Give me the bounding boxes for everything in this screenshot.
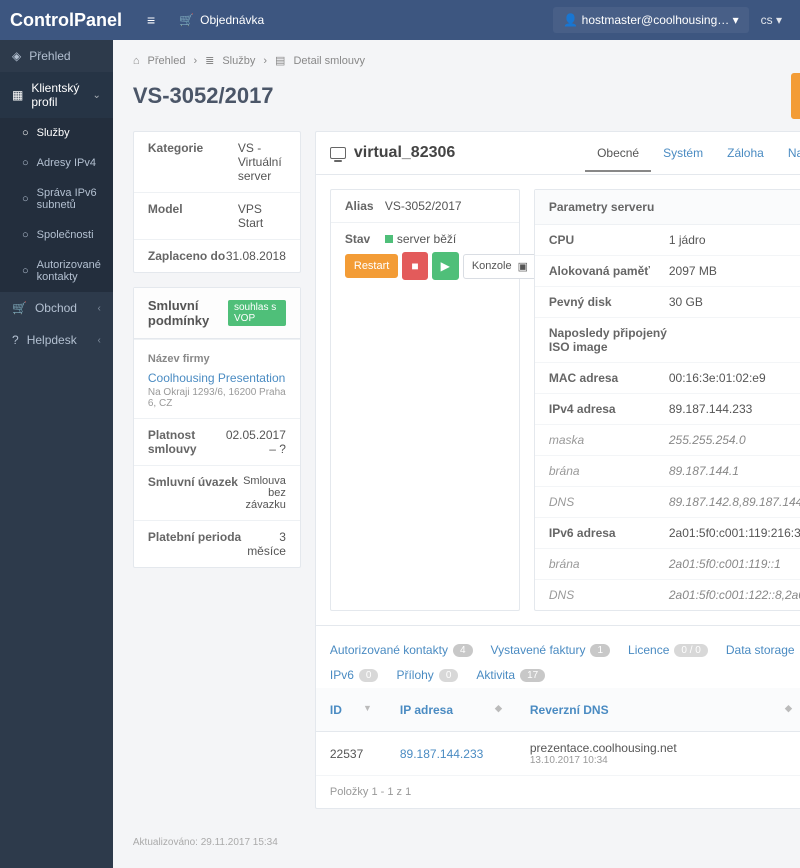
sort-icon: ◆ — [785, 703, 792, 714]
help-icon: ? — [12, 333, 19, 347]
circle-icon: ○ — [22, 265, 29, 277]
sidebar-item-overview[interactable]: ◈Přehled — [0, 40, 113, 72]
sidebar-item-ipv6[interactable]: ○Správa IPv6 subnetů — [0, 178, 113, 220]
id-card-icon: ▦ — [12, 88, 23, 102]
breadcrumb-home[interactable]: Přehled — [148, 55, 186, 67]
hamburger-icon[interactable]: ≡ — [135, 12, 167, 28]
tab-backup[interactable]: Záloha — [715, 136, 776, 171]
services-icon: ≣ — [205, 54, 214, 67]
cart-icon: 🛒 — [12, 301, 27, 315]
server-name: virtual_82306 — [354, 144, 455, 162]
tab-system[interactable]: Systém — [651, 136, 715, 171]
server-card: virtual_82306 Obecné Systém Záloha Nasta… — [315, 131, 800, 809]
company-address: Na Okraji 1293/6, 16200 Praha 6, CZ — [148, 387, 286, 409]
breadcrumb-detail: Detail smlouvy — [293, 55, 365, 67]
chevron-down-icon: ▾ — [733, 13, 739, 27]
circle-icon: ○ — [22, 127, 29, 139]
ip-link[interactable]: 89.187.144.233 — [400, 747, 483, 761]
sidebar-item-shop[interactable]: 🛒Obchod‹ — [0, 292, 113, 324]
sidebar: ◈Přehled ▦Klientský profil⌄ ○Služby ○Adr… — [0, 40, 113, 868]
th-ip[interactable]: IP adresa◆ — [386, 688, 516, 732]
language-menu[interactable]: cs ▾ — [753, 7, 790, 33]
chevron-left-icon: ‹ — [98, 303, 101, 314]
play-button[interactable]: ▶ — [432, 252, 459, 280]
cart-icon: 🛒 — [179, 13, 194, 27]
sidebar-item-company[interactable]: ○Společnosti — [0, 220, 113, 250]
restart-button[interactable]: Restart — [345, 254, 398, 278]
play-icon: ▶ — [441, 259, 450, 273]
dashboard-icon: ◈ — [12, 49, 21, 63]
main-content: ⌂ Přehled › ≣ Služby › ▤ Detail smlouvy … — [113, 40, 800, 868]
params-heading: Parametry serveru — [535, 190, 800, 225]
sidebar-item-helpdesk[interactable]: ?Helpdesk‹ — [0, 324, 113, 356]
console-button[interactable]: Konzole ▣ — [463, 254, 537, 279]
sidebar-item-services[interactable]: ○Služby — [0, 118, 113, 148]
stop-icon: ■ — [411, 259, 418, 273]
window-icon: ▣ — [518, 260, 528, 273]
circle-icon: ○ — [22, 157, 29, 169]
page-title: VS-3052/2017 — [133, 83, 274, 109]
user-menu[interactable]: 👤 hostmaster@coolhousing… ▾ — [553, 7, 748, 33]
circle-icon: ○ — [22, 193, 29, 205]
circle-icon: ○ — [22, 229, 29, 241]
chevron-down-icon: ▾ — [776, 13, 782, 27]
status-dot-icon — [385, 235, 393, 243]
contract-card: Smluvní podmínky souhlas s VOP Název fir… — [133, 287, 301, 568]
subtab-activity[interactable]: Aktivita17 — [476, 668, 545, 682]
home-icon: ⌂ — [133, 55, 140, 67]
info-card: KategorieVS - Virtuální server ModelVPS … — [133, 131, 301, 273]
sidebar-item-client-profile[interactable]: ▦Klientský profil⌄ — [0, 72, 113, 118]
table-footer: Položky 1 - 1 z 1 — [316, 776, 800, 808]
table-row[interactable]: 22537 89.187.144.233 prezentace.coolhous… — [316, 732, 800, 776]
subtab-licenses[interactable]: Licence0 / 0 — [628, 636, 708, 664]
sort-icon: ◆ — [495, 703, 502, 714]
th-id[interactable]: ID▼ — [316, 688, 386, 732]
tab-general[interactable]: Obecné — [585, 136, 651, 172]
ipv4-table: ID▼ IP adresa◆ Reverzní DNS◆ Monitorován… — [316, 688, 800, 776]
monitor-icon — [330, 147, 346, 159]
company-link[interactable]: Coolhousing Presentation — [148, 371, 286, 385]
subtab-auth[interactable]: Autorizované kontakty4 — [330, 636, 473, 664]
brand: ControlPanel — [10, 10, 135, 31]
order-button[interactable]: 🛒 Objednávka — [167, 7, 276, 33]
sidebar-item-ipv4[interactable]: ○Adresy IPv4 — [0, 148, 113, 178]
updated-timestamp: Aktualizováno: 29.11.2017 15:34 — [133, 837, 800, 848]
th-rdns[interactable]: Reverzní DNS◆ — [516, 688, 800, 732]
status-button[interactable]: Zapojený — [791, 73, 800, 119]
contract-heading: Smluvní podmínky — [148, 298, 228, 328]
user-icon: 👤 — [563, 13, 578, 27]
detail-icon: ▤ — [275, 54, 285, 67]
chevron-left-icon: ‹ — [98, 335, 101, 346]
chevron-down-icon: ⌄ — [92, 90, 100, 101]
sub-tabs: Autorizované kontakty4 Vystavené faktury… — [316, 625, 800, 688]
topbar: ControlPanel ≡ 🛒 Objednávka 👤 hostmaster… — [0, 0, 800, 40]
tab-settings[interactable]: Nastavení — [776, 136, 800, 171]
sort-icon: ▼ — [363, 703, 372, 713]
subtab-datastorage[interactable]: Data storage0 — [726, 636, 800, 664]
breadcrumb: ⌂ Přehled › ≣ Služby › ▤ Detail smlouvy — [133, 54, 800, 67]
stop-button[interactable]: ■ — [402, 252, 427, 280]
breadcrumb-services[interactable]: Služby — [222, 55, 255, 67]
subtab-ipv6[interactable]: IPv60 — [330, 668, 379, 682]
sidebar-item-contacts[interactable]: ○Autorizované kontakty — [0, 250, 113, 292]
subtab-invoices[interactable]: Vystavené faktury1 — [491, 636, 611, 664]
vop-badge: souhlas s VOP — [228, 300, 286, 326]
subtab-attachments[interactable]: Přílohy0 — [396, 668, 458, 682]
